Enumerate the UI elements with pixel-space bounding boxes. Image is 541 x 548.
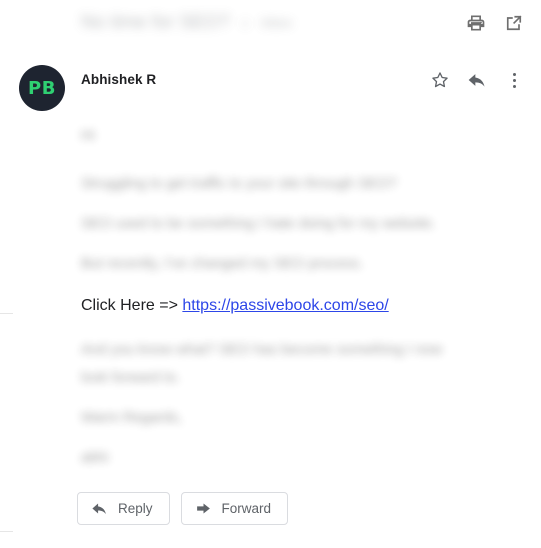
call-to-action-line: Click Here => https://passivebook.com/se… — [81, 295, 389, 317]
body-line: Struggling to get traffic to your site t… — [81, 176, 397, 192]
open-in-new-window-icon[interactable] — [504, 13, 524, 33]
avatar[interactable]: PB — [19, 65, 65, 111]
message-actions: Reply Forward — [77, 492, 289, 525]
subject-bar: No time for SEO? ☆ Inbox — [0, 0, 541, 46]
body-line: But recently, I've changed my SEO proces… — [81, 256, 364, 272]
sender-row: PB Abhishek R — [0, 62, 541, 116]
forward-button-label: Forward — [221, 501, 272, 516]
reply-button-label: Reply — [118, 501, 153, 516]
more-dot — [512, 84, 516, 88]
left-edge-tick — [0, 531, 13, 532]
subject-line: No time for SEO? ☆ Inbox — [81, 11, 292, 35]
left-edge-tick — [0, 313, 13, 314]
subject-text: No time for SEO? — [81, 12, 230, 33]
print-icon[interactable] — [466, 13, 486, 33]
forward-arrow-icon — [195, 500, 212, 517]
subject-star-glyph: ☆ — [238, 15, 252, 31]
subject-bar-actions — [466, 13, 524, 33]
subject-inbox-label: Inbox — [260, 15, 293, 30]
more-dot — [512, 78, 516, 82]
more-vertical-icon[interactable] — [504, 70, 524, 90]
reply-arrow-icon — [91, 500, 108, 517]
more-dot — [512, 72, 516, 76]
body-line: Hi — [81, 128, 95, 144]
body-line: Warm Regards, — [81, 410, 182, 426]
body-line: abhi — [81, 450, 109, 466]
body-line: SEO used to be something I hate doing fo… — [81, 216, 436, 232]
reply-button[interactable]: Reply — [77, 492, 170, 525]
sender-name[interactable]: Abhishek R — [81, 72, 156, 87]
promo-link[interactable]: https://passivebook.com/seo/ — [182, 297, 388, 314]
star-outline-icon[interactable] — [430, 70, 450, 90]
reply-arrow-icon[interactable] — [467, 70, 487, 90]
forward-button[interactable]: Forward — [180, 492, 289, 525]
sender-actions — [430, 70, 524, 90]
body-line: And you know what? SEO has become someth… — [81, 342, 443, 358]
click-here-label: Click Here => — [81, 297, 183, 314]
avatar-initials: PB — [28, 77, 56, 99]
body-line: look forward to. — [81, 370, 181, 386]
